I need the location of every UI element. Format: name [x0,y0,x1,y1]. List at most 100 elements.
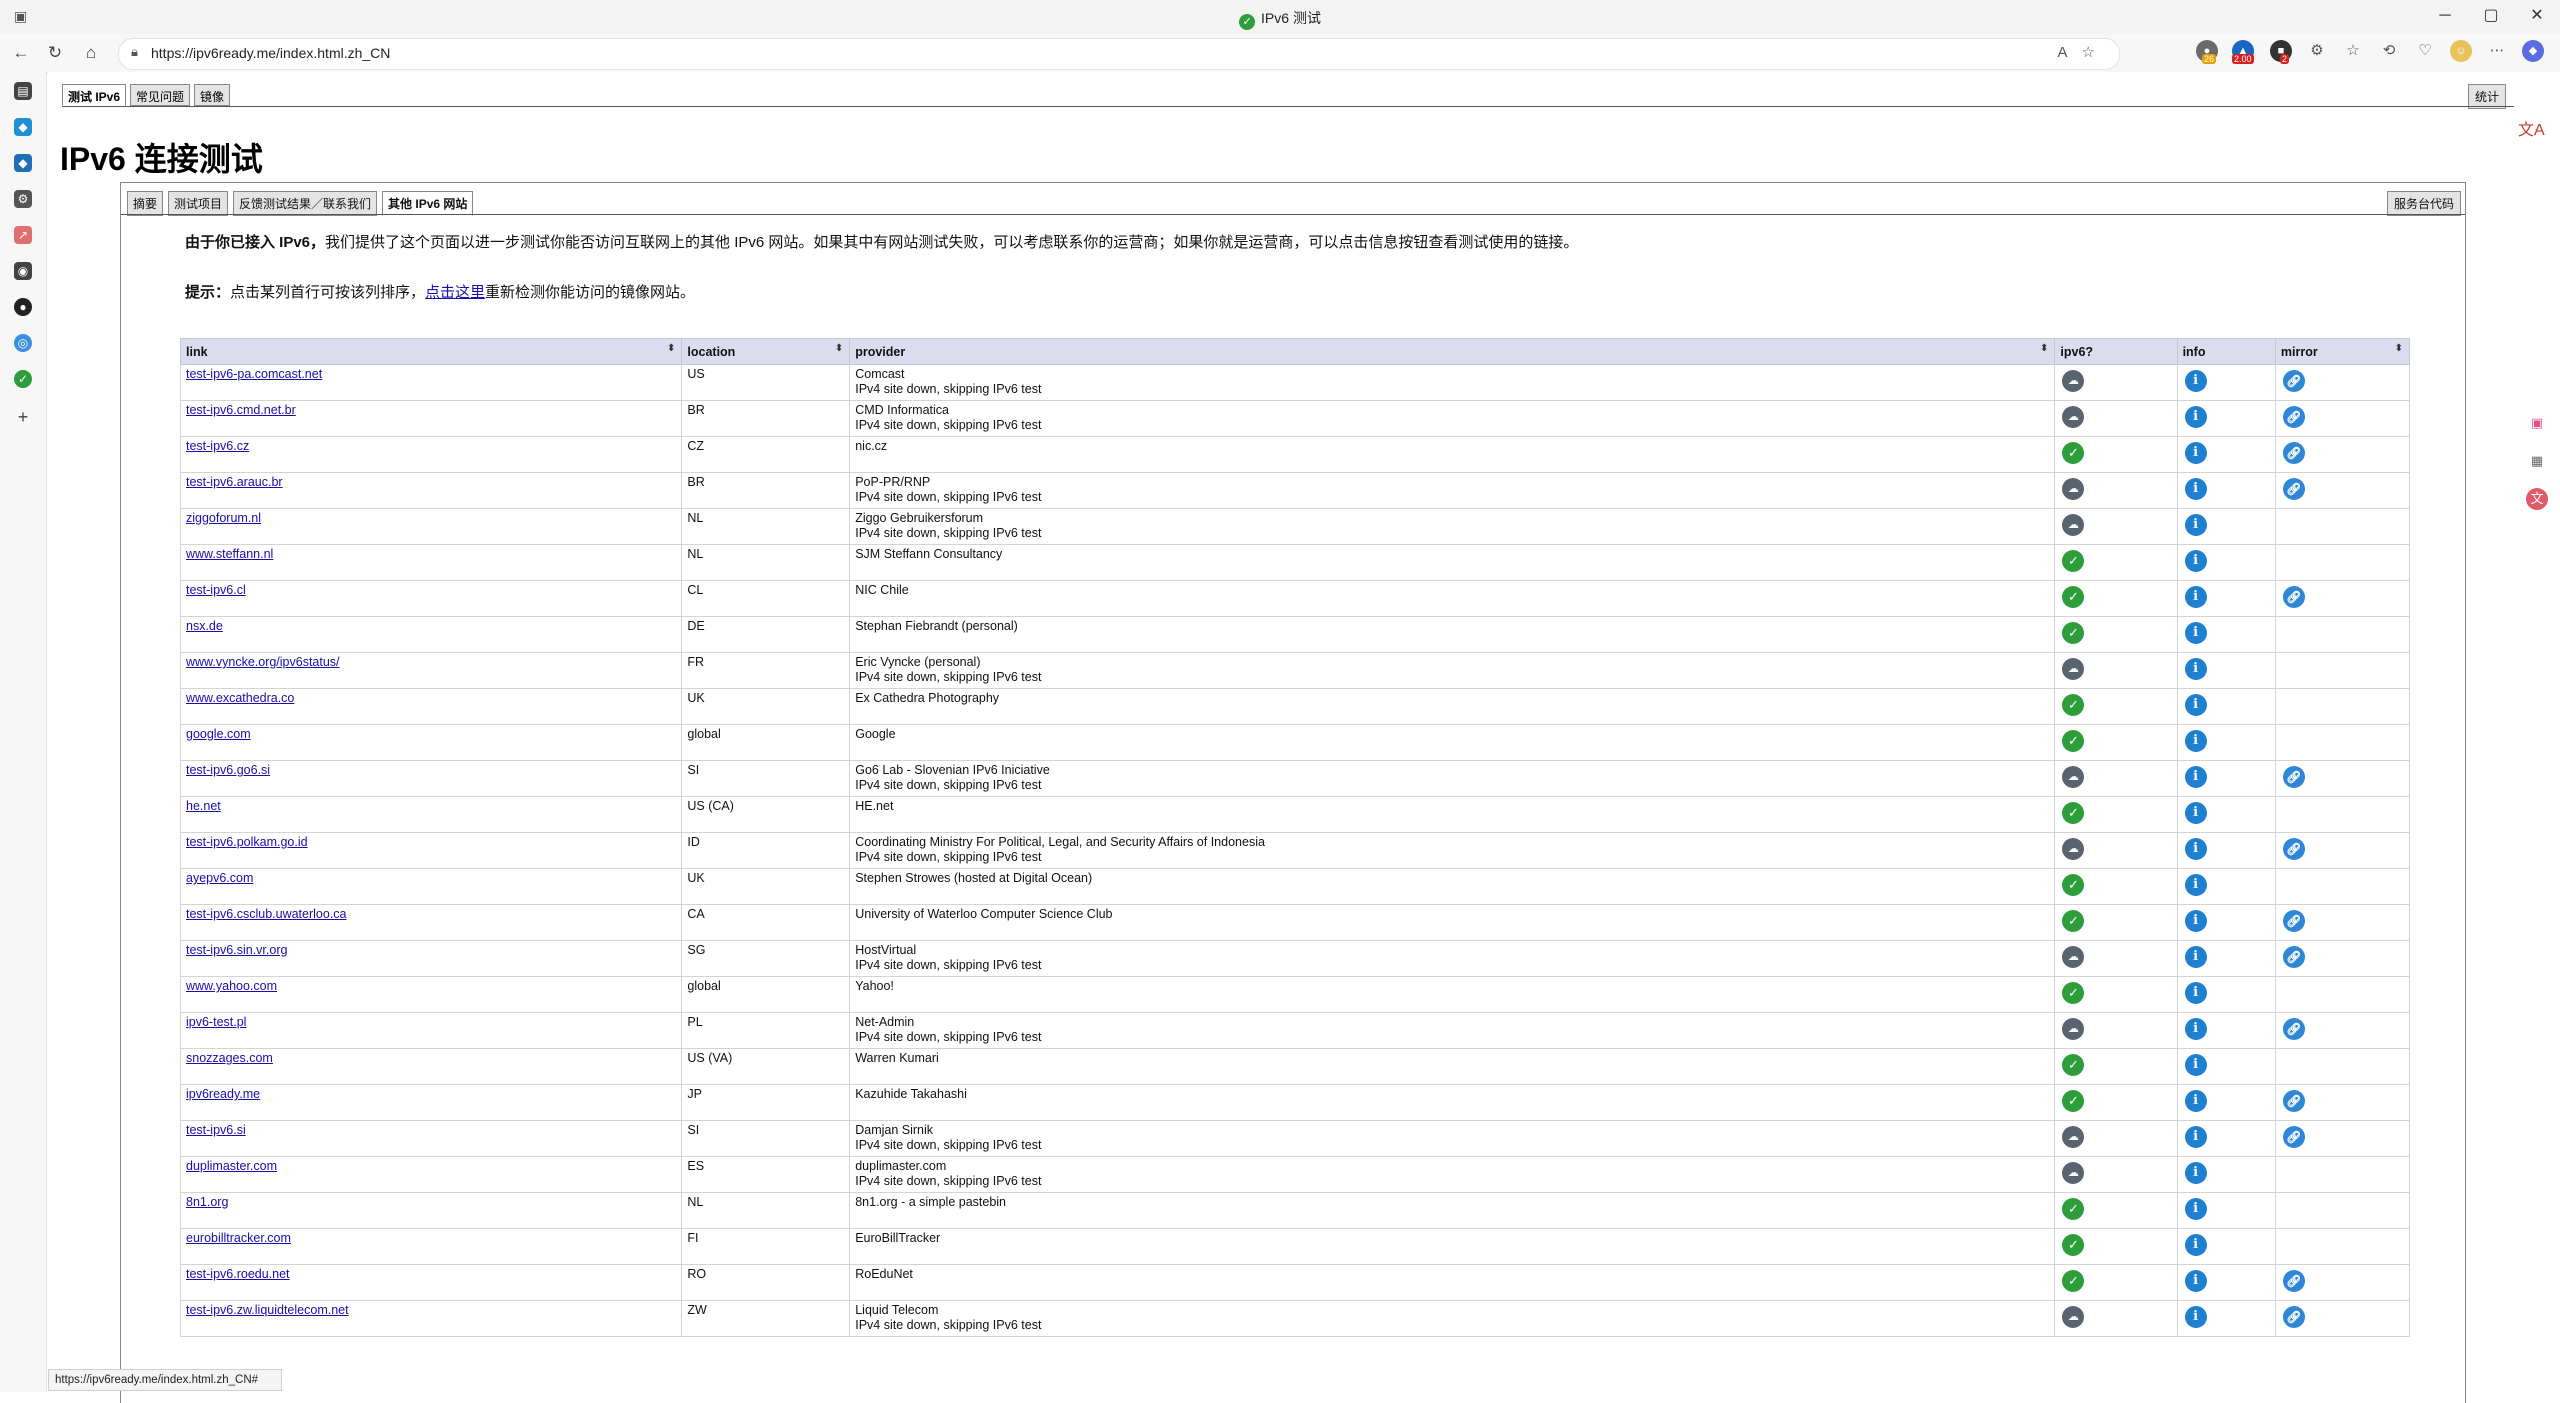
site-link[interactable]: ipv6ready.me [186,1087,260,1101]
site-link[interactable]: www.yahoo.com [186,979,277,993]
favorite-star-icon[interactable]: ☆ [2082,44,2109,61]
site-link[interactable]: ayepv6.com [186,871,253,885]
site-link[interactable]: test-ipv6.cz [186,439,249,453]
info-icon[interactable]: i [2184,694,2207,716]
info-icon[interactable]: i [2184,586,2207,608]
sort-arrows-icon[interactable]: ⬍ [2040,343,2048,354]
info-icon[interactable]: i [2184,370,2207,392]
info-icon[interactable]: i [2184,1306,2207,1328]
maximize-button[interactable]: ▢ [2468,0,2514,34]
read-aloud-icon[interactable]: A [2058,44,2082,61]
app-icon[interactable]: ◉ [14,262,32,280]
info-icon[interactable]: i [2184,910,2207,932]
tab-test-ipv6[interactable]: 测试 IPv6 [62,84,127,106]
mirror-link-icon[interactable]: 🔗︎ [2282,1018,2305,1040]
mirror-link-icon[interactable]: 🔗︎ [2282,910,2305,932]
site-link[interactable]: nsx.de [186,619,223,633]
mirror-link-icon[interactable]: 🔗︎ [2282,406,2305,428]
subtab-feedback[interactable]: 反馈测试结果／联系我们 [233,191,378,216]
info-icon[interactable]: i [2184,1054,2207,1076]
site-link[interactable]: www.excathedra.co [186,691,294,705]
column-header-location[interactable]: location ⬍ [681,338,851,365]
gift-icon[interactable]: ▣ [2526,412,2548,434]
sort-arrows-icon[interactable]: ⬍ [835,343,843,354]
copilot-icon[interactable]: ◆ [2522,40,2544,62]
subtab-tests[interactable]: 测试项目 [168,191,229,216]
lock-icon[interactable]: 🔒︎ [131,44,138,60]
mirror-link-icon[interactable]: 🔗︎ [2282,370,2305,392]
info-icon[interactable]: i [2184,1198,2207,1220]
info-icon[interactable]: i [2184,1126,2207,1148]
info-icon[interactable]: i [2184,1234,2207,1256]
info-icon[interactable]: i [2184,442,2207,464]
info-icon[interactable]: i [2184,406,2207,428]
ipv6-tab-check-icon[interactable]: ✓ [14,370,32,388]
home-icon[interactable]: ⌂ [80,42,102,64]
browser-essentials-icon[interactable]: ♡ [2414,40,2436,62]
mirror-link-icon[interactable]: 🔗︎ [2282,586,2305,608]
mirror-link-icon[interactable]: 🔗︎ [2282,946,2305,968]
profile-avatar-icon[interactable]: ☺ [2450,40,2472,62]
info-icon[interactable]: i [2184,946,2207,968]
info-icon[interactable]: i [2184,838,2207,860]
app-icon[interactable]: ◎ [14,334,32,352]
column-header-link[interactable]: link ⬍ [179,338,683,365]
tab-faq[interactable]: 常见问题 [130,84,191,106]
info-icon[interactable]: i [2184,1090,2207,1112]
mirror-link-icon[interactable]: 🔗︎ [2282,838,2305,860]
site-link[interactable]: google.com [186,727,251,741]
info-icon[interactable]: i [2184,514,2207,536]
sort-arrows-icon[interactable]: ⬍ [2395,343,2403,354]
translate-icon[interactable]: 文 [2526,488,2548,510]
info-icon[interactable]: i [2184,730,2207,752]
info-icon[interactable]: i [2184,1018,2207,1040]
minimize-button[interactable]: ─ [2422,0,2468,34]
add-icon[interactable]: + [14,408,32,426]
app-icon[interactable]: ◆ [14,118,32,136]
site-link[interactable]: duplimaster.com [186,1159,277,1173]
app-icon[interactable]: ↗ [14,226,32,244]
mirror-link-icon[interactable]: 🔗︎ [2282,478,2305,500]
column-header-ipv6[interactable]: ipv6? [2054,338,2178,365]
favorites-icon[interactable]: ☆ [2342,40,2364,62]
refresh-icon[interactable]: ↻ [44,42,66,64]
site-link[interactable]: test-ipv6.polkam.go.id [186,835,308,849]
site-link[interactable]: test-ipv6.si [186,1123,246,1137]
mirror-link-icon[interactable]: 🔗︎ [2282,442,2305,464]
app-icon[interactable]: ◆ [14,154,32,172]
info-icon[interactable]: i [2184,1270,2207,1292]
site-link[interactable]: test-ipv6.cl [186,583,246,597]
info-icon[interactable]: i [2184,1162,2207,1184]
site-link[interactable]: test-ipv6.roedu.net [186,1267,290,1281]
close-button[interactable]: ✕ [2514,0,2560,34]
site-link[interactable]: test-ipv6.cmd.net.br [186,403,296,417]
site-link[interactable]: test-ipv6.arauc.br [186,475,283,489]
qr-code-icon[interactable]: ▦ [2526,450,2548,472]
more-menu-icon[interactable]: ⋯ [2486,40,2508,62]
site-link[interactable]: test-ipv6.sin.vr.org [186,943,287,957]
site-link[interactable]: he.net [186,799,221,813]
mirror-link-icon[interactable]: 🔗︎ [2282,1306,2305,1328]
info-icon[interactable]: i [2184,658,2207,680]
info-icon[interactable]: i [2184,622,2207,644]
column-header-provider[interactable]: provider ⬍ [849,338,2056,365]
site-link[interactable]: test-ipv6.zw.liquidtelecom.net [186,1303,349,1317]
tab-list-icon[interactable]: ▤ [14,82,32,100]
site-link[interactable]: www.steffann.nl [186,547,273,561]
tab-mirrors[interactable]: 镜像 [194,84,231,106]
back-arrow-icon[interactable]: ← [10,42,32,64]
mirror-link-icon[interactable]: 🔗︎ [2282,1126,2305,1148]
settings-gear-icon[interactable]: ⚙ [14,190,32,208]
translate-page-icon[interactable]: 文A [2518,116,2558,150]
site-link[interactable]: eurobilltracker.com [186,1231,291,1245]
site-link[interactable]: www.vyncke.org/ipv6status/ [186,655,340,669]
site-link[interactable]: snozzages.com [186,1051,273,1065]
column-header-mirror[interactable]: mirror ⬍ [2274,338,2411,365]
site-link[interactable]: test-ipv6.csclub.uwaterloo.ca [186,907,347,921]
info-icon[interactable]: i [2184,982,2207,1004]
mirror-link-icon[interactable]: 🔗︎ [2282,1090,2305,1112]
info-icon[interactable]: i [2184,766,2207,788]
helpdesk-code-tab[interactable]: 服务台代码 [2386,191,2461,216]
info-icon[interactable]: i [2184,550,2207,572]
column-header-info[interactable]: info [2176,338,2276,365]
